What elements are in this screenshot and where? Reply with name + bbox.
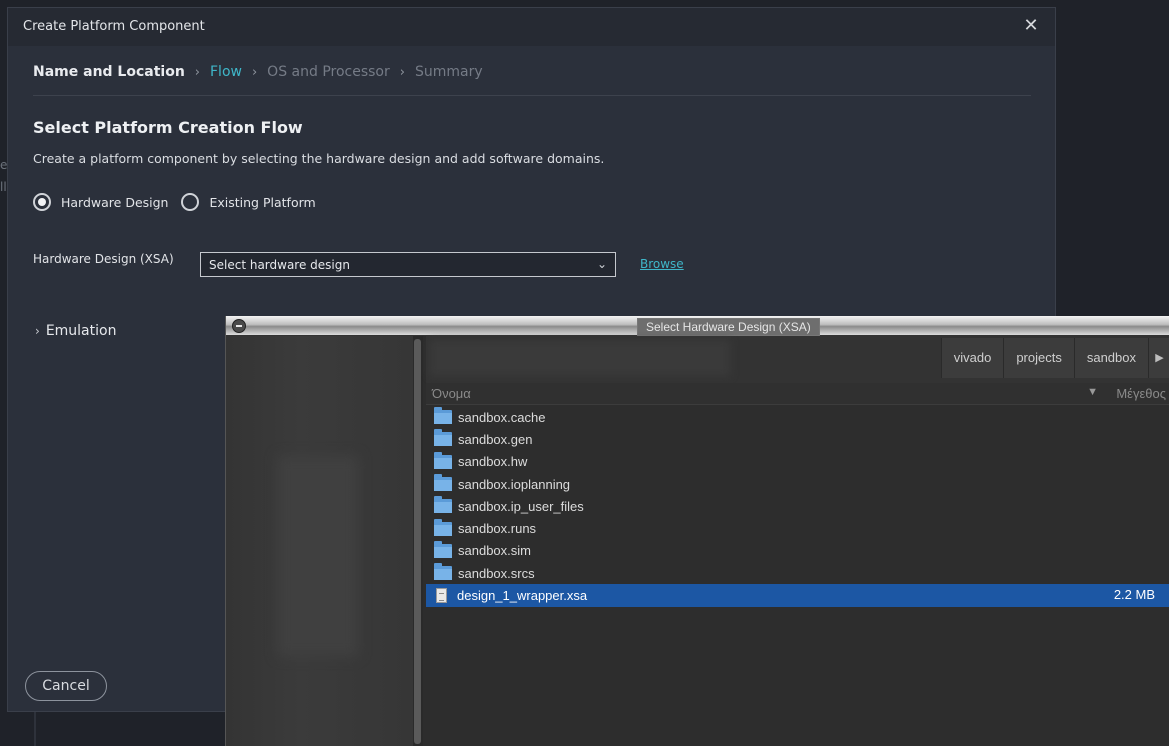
- list-item[interactable]: sandbox.sim: [426, 540, 1169, 562]
- chevron-right-icon: ›: [194, 64, 200, 80]
- path-buttons: vivado projects sandbox ▶: [940, 338, 1169, 378]
- section-description: Create a platform component by selecting…: [33, 151, 605, 166]
- emulation-label: Emulation: [45, 323, 117, 339]
- radio-button-hardware-design[interactable]: [33, 193, 51, 211]
- path-forward-icon[interactable]: ▶: [1148, 338, 1169, 378]
- section-title: Select Platform Creation Flow: [33, 118, 303, 137]
- radio-label-existing-platform: Existing Platform: [209, 194, 316, 210]
- scrollbar-thumb[interactable]: [414, 339, 421, 744]
- file-chooser-window: Select Hardware Design (XSA) vivado proj…: [225, 316, 1169, 746]
- browse-link[interactable]: Browse: [640, 257, 684, 271]
- list-item[interactable]: sandbox.ioplanning: [426, 473, 1169, 495]
- list-item[interactable]: sandbox.hw: [426, 451, 1169, 473]
- path-button-projects[interactable]: projects: [1003, 338, 1074, 378]
- cancel-button[interactable]: Cancel: [25, 671, 107, 701]
- chooser-titlebar[interactable]: Select Hardware Design (XSA): [226, 316, 1169, 336]
- folder-icon: [434, 407, 452, 425]
- list-item[interactable]: sandbox.srcs: [426, 562, 1169, 584]
- file-name: design_1_wrapper.xsa: [457, 588, 588, 604]
- list-item[interactable]: sandbox.ip_user_files: [426, 495, 1169, 517]
- file-name: sandbox.cache: [458, 409, 546, 425]
- file-name: sandbox.sim: [458, 543, 531, 559]
- path-button-vivado[interactable]: vivado: [940, 338, 1004, 378]
- radio-label-hardware-design: Hardware Design: [61, 194, 169, 210]
- breadcrumb-name-and-location[interactable]: Name and Location: [33, 64, 185, 80]
- breadcrumb: Name and Location › Flow › OS and Proces…: [33, 64, 483, 80]
- folder-icon: [434, 540, 452, 558]
- folder-icon: [434, 474, 452, 492]
- file-list-pane: vivado projects sandbox ▶ Όνομα ▼ Μέγεθο…: [426, 336, 1169, 746]
- dialog-title: Create Platform Component: [23, 19, 205, 34]
- sidebar-blurred-content: [278, 456, 358, 656]
- list-item[interactable]: sandbox.runs: [426, 517, 1169, 539]
- file-name: sandbox.ioplanning: [458, 476, 571, 492]
- breadcrumb-os-and-processor: OS and Processor: [267, 64, 390, 80]
- chevron-right-icon: ›: [399, 64, 405, 80]
- divider: [33, 95, 1031, 96]
- file-icon: [436, 588, 447, 604]
- folder-icon: [434, 451, 452, 469]
- xsa-select[interactable]: Select hardware design ⌄: [200, 252, 616, 277]
- close-icon[interactable]: ✕: [1021, 16, 1041, 36]
- background-text-fragment: ll: [0, 180, 7, 194]
- folder-icon: [434, 518, 452, 536]
- flow-radio-group: Hardware Design Existing Platform: [33, 193, 329, 211]
- xsa-field-label: Hardware Design (XSA): [33, 252, 174, 266]
- breadcrumb-flow[interactable]: Flow: [210, 64, 242, 80]
- emulation-expander[interactable]: › Emulation: [35, 323, 116, 339]
- chevron-right-icon: ›: [251, 64, 258, 80]
- file-size: 2.2 MB: [1113, 587, 1155, 603]
- sort-down-icon[interactable]: ▼: [1087, 386, 1098, 398]
- path-button-sandbox[interactable]: sandbox: [1073, 338, 1148, 378]
- folder-icon: [434, 429, 452, 447]
- sidebar-scrollbar[interactable]: [413, 336, 423, 746]
- column-header: Όνομα ▼ Μέγεθος: [426, 383, 1169, 405]
- radio-button-existing-platform[interactable]: [181, 193, 200, 211]
- dialog-header: Create Platform Component ✕: [8, 8, 1055, 46]
- file-name: sandbox.srcs: [458, 565, 535, 581]
- file-name: sandbox.gen: [458, 431, 533, 447]
- column-name[interactable]: Όνομα: [432, 386, 471, 401]
- xsa-select-value: Select hardware design: [209, 258, 350, 272]
- list-item[interactable]: sandbox.gen: [426, 428, 1169, 450]
- list-item-selected[interactable]: design_1_wrapper.xsa 2.2 MB: [426, 584, 1169, 607]
- file-list: sandbox.cache sandbox.gen sandbox.hw san…: [426, 406, 1169, 607]
- breadcrumb-summary: Summary: [414, 64, 483, 80]
- radio-option-hardware-design[interactable]: Hardware Design: [33, 193, 168, 211]
- radio-option-existing-platform[interactable]: Existing Platform: [181, 193, 316, 211]
- folder-icon: [434, 563, 452, 581]
- file-name: sandbox.runs: [458, 521, 537, 537]
- background-divider: [34, 712, 36, 746]
- chooser-title: Select Hardware Design (XSA): [637, 318, 820, 336]
- file-name: sandbox.hw: [458, 454, 528, 470]
- chevron-right-icon: ›: [35, 324, 40, 338]
- list-item[interactable]: sandbox.cache: [426, 406, 1169, 428]
- chevron-down-icon: ⌄: [596, 257, 607, 271]
- file-name: sandbox.ip_user_files: [458, 498, 584, 514]
- window-close-icon[interactable]: [232, 319, 246, 333]
- column-size[interactable]: Μέγεθος: [1116, 386, 1166, 401]
- folder-icon: [434, 496, 452, 514]
- path-bar: vivado projects sandbox ▶: [426, 336, 1169, 383]
- places-sidebar[interactable]: [226, 336, 413, 746]
- path-bar-blurred: [430, 340, 730, 376]
